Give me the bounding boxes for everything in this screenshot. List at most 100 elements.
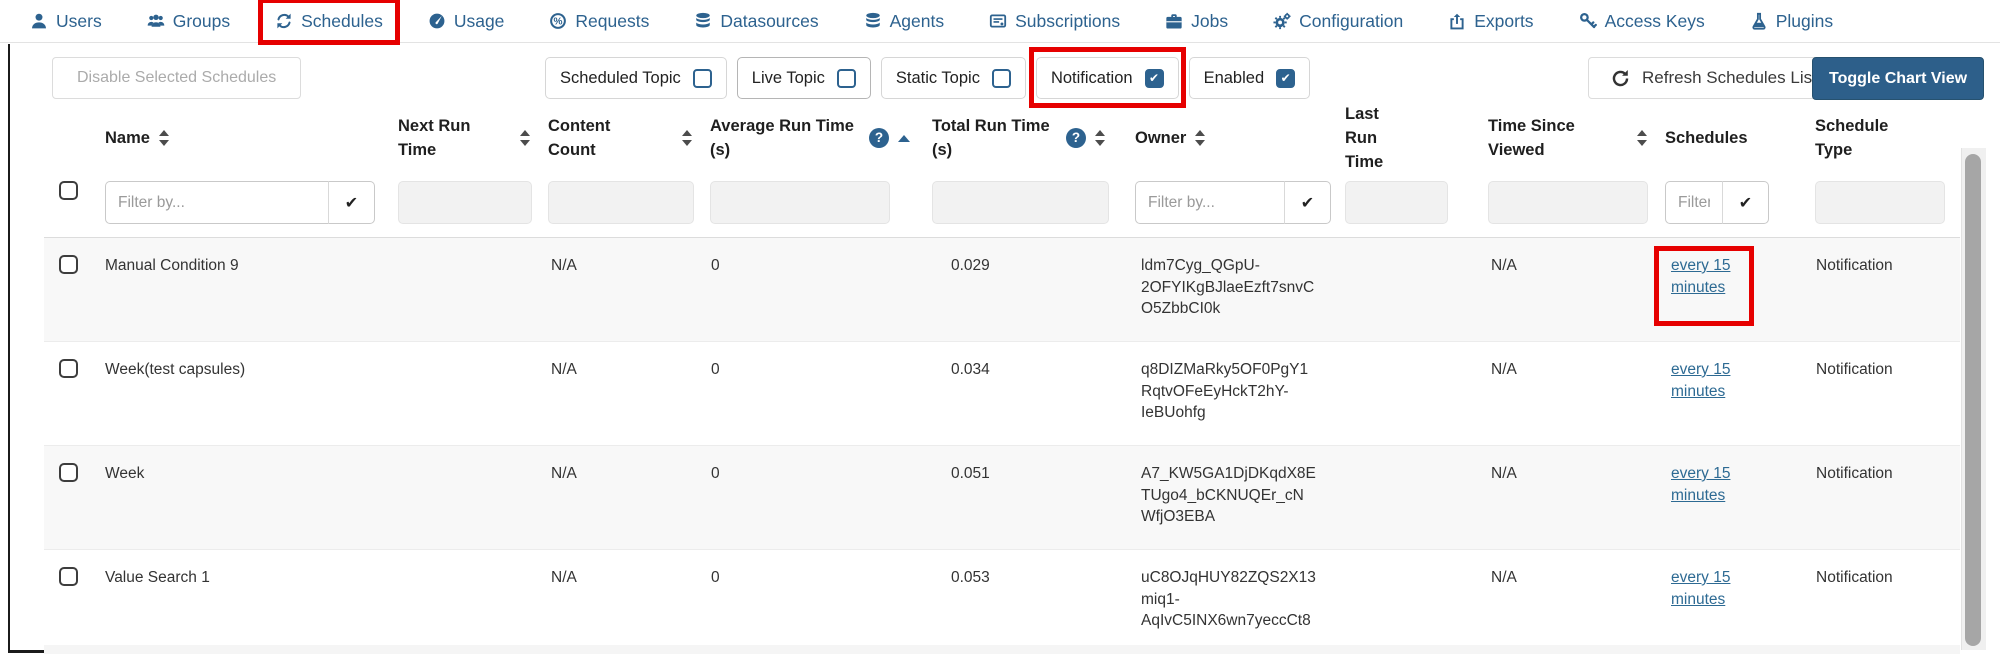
sort-arrows[interactable]: [159, 130, 169, 146]
schedules-filter-apply-button[interactable]: ✔: [1723, 181, 1769, 224]
nav-label: Users: [56, 11, 102, 32]
schedule-link[interactable]: every 15 minutes: [1671, 567, 1737, 610]
admin-schedules-page: Users Groups Schedules Usage % Requests …: [0, 0, 2000, 654]
col-header-next-run-time[interactable]: Next Run Time: [398, 95, 548, 181]
notification-checkbox[interactable]: ✔: [1145, 69, 1164, 88]
name-filter-input[interactable]: [105, 181, 329, 224]
schedule-link[interactable]: every 15 minutes: [1671, 255, 1737, 298]
nav-label: Schedules: [301, 11, 383, 32]
col-header-content-count[interactable]: Content Count: [548, 95, 710, 181]
percent-circle-icon: %: [549, 12, 567, 30]
filter-chip-scheduled-topic[interactable]: Scheduled Topic: [545, 57, 727, 99]
select-all-checkbox[interactable]: [59, 181, 78, 200]
table-row: Manual Condition 9 N/A 0 0.029 ldm7Cyg_Q…: [44, 238, 1960, 342]
briefcase-icon: [1165, 12, 1183, 30]
nav-item-subscriptions[interactable]: Subscriptions: [989, 11, 1120, 32]
nav-item-schedules[interactable]: Schedules: [275, 11, 383, 32]
nav-item-usage[interactable]: Usage: [428, 11, 505, 32]
sort-arrows[interactable]: [1637, 130, 1647, 146]
refresh-schedules-list-button[interactable]: Refresh Schedules List: [1588, 57, 1840, 99]
owner-filter-apply-button[interactable]: ✔: [1285, 181, 1331, 224]
filter-row: ✔ ✔ ✔: [44, 181, 1960, 237]
disable-selected-schedules-button[interactable]: Disable Selected Schedules: [52, 57, 301, 99]
col-header-total-run-time[interactable]: Total Run Time (s) ?: [932, 95, 1135, 181]
nav-item-plugins[interactable]: Plugins: [1750, 11, 1833, 32]
schedule-link[interactable]: every 15 minutes: [1671, 463, 1737, 506]
cell-name: Value Search 1: [105, 550, 551, 654]
cell-last-run-time: N/A: [1491, 238, 1671, 342]
sync-icon: [275, 12, 293, 30]
col-header-owner[interactable]: Owner: [1135, 95, 1345, 181]
cell-next-run-time: N/A: [551, 342, 711, 446]
sort-arrows[interactable]: [1095, 130, 1105, 146]
row-checkbox[interactable]: [59, 463, 78, 482]
row-checkbox[interactable]: [59, 359, 78, 378]
filter-chip-enabled[interactable]: Enabled ✔: [1189, 57, 1311, 99]
flask-icon: [1750, 12, 1768, 30]
select-all-header: [44, 95, 105, 181]
scheduled-topic-checkbox[interactable]: [693, 69, 712, 88]
nav-item-access-keys[interactable]: Access Keys: [1579, 11, 1705, 32]
col-header-name[interactable]: Name: [105, 95, 398, 181]
vertical-scrollbar-thumb[interactable]: [1965, 154, 1981, 646]
nav-item-configuration[interactable]: Configuration: [1273, 11, 1403, 32]
filter-chip-static-topic[interactable]: Static Topic: [881, 57, 1026, 99]
schedules-table-body: Manual Condition 9 N/A 0 0.029 ldm7Cyg_Q…: [44, 237, 1960, 654]
enabled-checkbox[interactable]: ✔: [1276, 69, 1295, 88]
filter-chip-notification[interactable]: Notification ✔: [1036, 57, 1179, 99]
table-row: Value Search 1 N/A 0 0.053 uC8OJqHUY82ZQ…: [44, 550, 1960, 654]
cell-name: Week: [105, 446, 551, 550]
col-header-schedules[interactable]: Schedules: [1665, 95, 1815, 181]
col-header-schedule-type[interactable]: Schedule Type: [1815, 95, 1960, 181]
export-icon: [1448, 12, 1466, 30]
top-navigation: Users Groups Schedules Usage % Requests …: [0, 0, 2000, 43]
toggle-chart-view-button[interactable]: Toggle Chart View: [1812, 57, 1984, 100]
next-row-peek: [44, 645, 1960, 654]
nav-label: Plugins: [1776, 11, 1833, 32]
static-topic-checkbox[interactable]: [992, 69, 1011, 88]
nav-item-requests[interactable]: % Requests: [549, 11, 649, 32]
users-icon: [30, 12, 48, 30]
nav-label: Groups: [173, 11, 230, 32]
nav-item-groups[interactable]: Groups: [147, 11, 230, 32]
sort-arrows[interactable]: [898, 135, 910, 142]
row-checkbox[interactable]: [59, 567, 78, 586]
schedules-filter-input[interactable]: [1665, 181, 1723, 224]
row-checkbox[interactable]: [59, 255, 78, 274]
table-row: Week N/A 0 0.051 A7_KW5GA1DjDKqdX8ETUgo4…: [44, 446, 1960, 550]
gears-icon: [1273, 12, 1291, 30]
col-header-time-since-viewed[interactable]: Time Since Viewed: [1488, 95, 1665, 181]
cell-schedule-type: Notification: [1816, 446, 1960, 550]
sort-arrows[interactable]: [520, 130, 530, 146]
cell-average-run-time: 0.034: [951, 342, 1141, 446]
sort-arrows[interactable]: [1195, 130, 1205, 146]
nav-label: Exports: [1474, 11, 1533, 32]
cell-name: Week(test capsules): [105, 342, 551, 446]
nav-item-agents[interactable]: Agents: [864, 11, 944, 32]
header-row: Name Next Run Time Content Count Average…: [44, 95, 1960, 181]
database-icon: [694, 12, 712, 30]
help-icon[interactable]: ?: [869, 128, 889, 148]
cell-content-count: 0: [711, 446, 951, 550]
nav-item-exports[interactable]: Exports: [1448, 11, 1533, 32]
col-header-last-run-time[interactable]: Last Run Time: [1345, 95, 1488, 181]
window-left-border: [8, 44, 10, 652]
filter-chip-live-topic[interactable]: Live Topic: [737, 57, 871, 99]
nav-label: Agents: [890, 11, 944, 32]
sort-arrows[interactable]: [682, 130, 692, 146]
name-filter-apply-button[interactable]: ✔: [329, 181, 375, 224]
nav-item-datasources[interactable]: Datasources: [694, 11, 818, 32]
owner-filter-input[interactable]: [1135, 181, 1285, 224]
nav-item-jobs[interactable]: Jobs: [1165, 11, 1228, 32]
topic-filter-group: Scheduled Topic Live Topic Static Topic …: [545, 57, 1310, 99]
nav-label: Datasources: [720, 11, 818, 32]
refresh-icon: [1611, 69, 1630, 88]
nav-item-users[interactable]: Users: [30, 11, 102, 32]
schedule-link[interactable]: every 15 minutes: [1671, 359, 1737, 402]
cell-owner: A7_KW5GA1DjDKqdX8ETUgo4_bCKNUQEr_cNWfjO3…: [1141, 463, 1317, 528]
live-topic-checkbox[interactable]: [837, 69, 856, 88]
cell-average-run-time: 0.029: [951, 238, 1141, 342]
col-header-average-run-time[interactable]: Average Run Time (s) ?: [710, 95, 932, 181]
total-run-time-filter-disabled: [932, 181, 1109, 224]
help-icon[interactable]: ?: [1066, 128, 1086, 148]
